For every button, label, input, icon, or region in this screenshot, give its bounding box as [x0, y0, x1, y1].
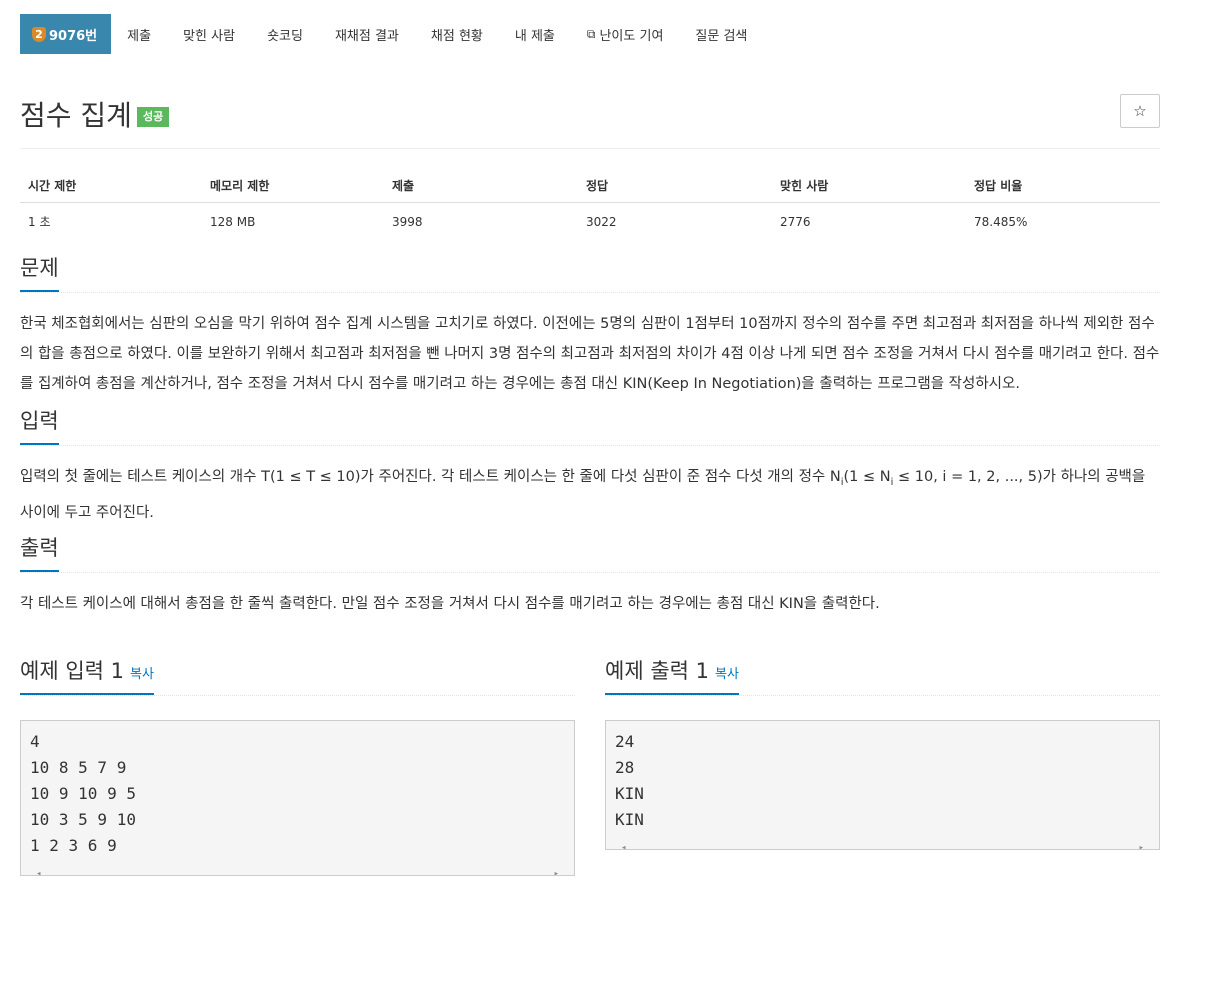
page-title: 점수 집계: [20, 99, 132, 132]
tier-badge-icon: 2: [32, 26, 46, 42]
problem-description: 한국 체조협회에서는 심판의 오심을 막기 위하여 점수 집계 시스템을 고치기…: [20, 316, 1160, 392]
scroll-left-icon[interactable]: ◂: [36, 861, 41, 887]
header-memory-limit: 메모리 제한: [202, 171, 384, 203]
output-description: 각 테스트 케이스에 대해서 총점을 한 줄씩 출력한다. 만일 점수 조정을 …: [20, 595, 880, 612]
menu-status[interactable]: 채점 현황: [415, 14, 499, 54]
title-row: 점수 집계 성공 ☆: [20, 54, 1160, 149]
section-title-input: 입력: [20, 405, 59, 445]
code-line: 24: [615, 731, 635, 751]
input-text-part: 입력의 첫 줄에는 테스트 케이스의 개수 T(1 ≤ T ≤ 10)가 주어진…: [20, 469, 841, 485]
value-accepted: 3022: [586, 214, 617, 229]
menu-rejudge[interactable]: 재채점 결과: [319, 14, 415, 54]
horizontal-scrollbar[interactable]: ◂ ▸: [30, 859, 565, 879]
value-submissions: 3998: [392, 214, 423, 229]
sample-input-title: 예제 입력 1 복사: [20, 655, 154, 695]
table-row: 1 초 128 MB 3998 3022 2776 78.485%: [20, 203, 1160, 235]
scroll-right-icon[interactable]: ▸: [554, 861, 559, 887]
header-time-limit: 시간 제한: [20, 171, 202, 203]
code-line: 4: [30, 731, 40, 751]
samples: 예제 입력 1 복사 4 10 8 5 7 9 10 9 10 9 5 10 3 5 9…: [20, 633, 1160, 879]
sample-input-title-text: 예제 입력 1: [20, 658, 124, 683]
menu-difficulty-label: 난이도 기여: [599, 28, 664, 44]
scroll-right-icon[interactable]: ▸: [1139, 835, 1144, 861]
sample-header: 예제 출력 1 복사: [605, 633, 1160, 696]
sample-output-title: 예제 출력 1 복사: [605, 655, 739, 695]
star-icon: ☆: [1133, 102, 1147, 120]
sample-header: 예제 입력 1 복사: [20, 633, 575, 696]
header-accept-ratio: 정답 비율: [966, 171, 1160, 203]
code-line: 1 2 3 6 9: [30, 835, 117, 855]
copy-output-button[interactable]: 복사: [715, 667, 739, 682]
input-description: 입력의 첫 줄에는 테스트 케이스의 개수 T(1 ≤ T ≤ 10)가 주어진…: [20, 462, 1160, 528]
input-text-part: (1 ≤ N: [843, 469, 891, 485]
menu-my-submissions[interactable]: 내 제출: [499, 14, 571, 54]
menu-difficulty[interactable]: ⧉ 난이도 기여: [571, 14, 680, 54]
header-accepted: 정답: [578, 171, 772, 203]
input-section: 입력 입력의 첫 줄에는 테스트 케이스의 개수 T(1 ≤ T ≤ 10)가 …: [20, 393, 1160, 528]
code-line: 10 9 10 9 5: [30, 783, 136, 803]
horizontal-scrollbar[interactable]: ◂ ▸: [615, 833, 1150, 853]
copy-input-button[interactable]: 복사: [130, 667, 154, 682]
sample-output: 예제 출력 1 복사 24 28 KIN KIN ◂ ▸: [605, 633, 1160, 876]
scroll-left-icon[interactable]: ◂: [621, 835, 626, 861]
section-header: 입력: [20, 393, 1160, 446]
problem-menu: 2 9076번 제출 맞힌 사람 숏코딩 재채점 결과 채점 현황 내 제출 ⧉…: [20, 14, 1160, 54]
output-section: 출력 각 테스트 케이스에 대해서 총점을 한 줄씩 출력한다. 만일 점수 조…: [20, 520, 1160, 619]
code-line: KIN: [615, 783, 644, 803]
table-header-row: 시간 제한 메모리 제한 제출 정답 맞힌 사람 정답 비율: [20, 171, 1160, 203]
section-header: 출력: [20, 520, 1160, 573]
menu-solved-users[interactable]: 맞힌 사람: [167, 14, 251, 54]
sample-output-code: 24 28 KIN KIN ◂ ▸: [605, 719, 1160, 853]
value-accept-ratio: 78.485%: [974, 214, 1028, 229]
menu-short-coding[interactable]: 숏코딩: [251, 14, 319, 54]
value-time-limit: 1 초: [28, 215, 51, 229]
sample-input: 예제 입력 1 복사 4 10 8 5 7 9 10 9 10 9 5 10 3 5 9…: [20, 633, 575, 879]
header-solved-users: 맞힌 사람: [772, 171, 966, 203]
sample-output-title-text: 예제 출력 1: [605, 658, 709, 683]
code-line: KIN: [615, 809, 644, 829]
problem-section: 문제 한국 체조협회에서는 심판의 오심을 막기 위하여 점수 집계 시스템을 …: [20, 240, 1160, 399]
sample-input-code: 4 10 8 5 7 9 10 9 10 9 5 10 3 5 9 10 1 2 3 6…: [20, 719, 575, 879]
code-line: 10 8 5 7 9: [30, 757, 127, 777]
section-title-output: 출력: [20, 532, 59, 572]
external-link-icon: ⧉: [586, 26, 596, 41]
menu-questions[interactable]: 질문 검색: [679, 14, 763, 54]
menu-submit[interactable]: 제출: [111, 14, 167, 54]
code-line: 28: [615, 757, 635, 777]
status-badge: 성공: [137, 107, 170, 127]
header-submissions: 제출: [384, 171, 578, 203]
star-button[interactable]: ☆: [1120, 94, 1160, 128]
code-line: 10 3 5 9 10: [30, 809, 136, 829]
section-title-problem: 문제: [20, 252, 59, 292]
menu-problem[interactable]: 2 9076번: [20, 14, 112, 54]
problem-id: 9076번: [49, 28, 98, 44]
value-memory-limit: 128 MB: [210, 214, 256, 229]
value-solved-users: 2776: [780, 214, 811, 229]
section-header: 문제: [20, 240, 1160, 293]
problem-info-table: 시간 제한 메모리 제한 제출 정답 맞힌 사람 정답 비율 1 초 128 M…: [20, 171, 1160, 234]
